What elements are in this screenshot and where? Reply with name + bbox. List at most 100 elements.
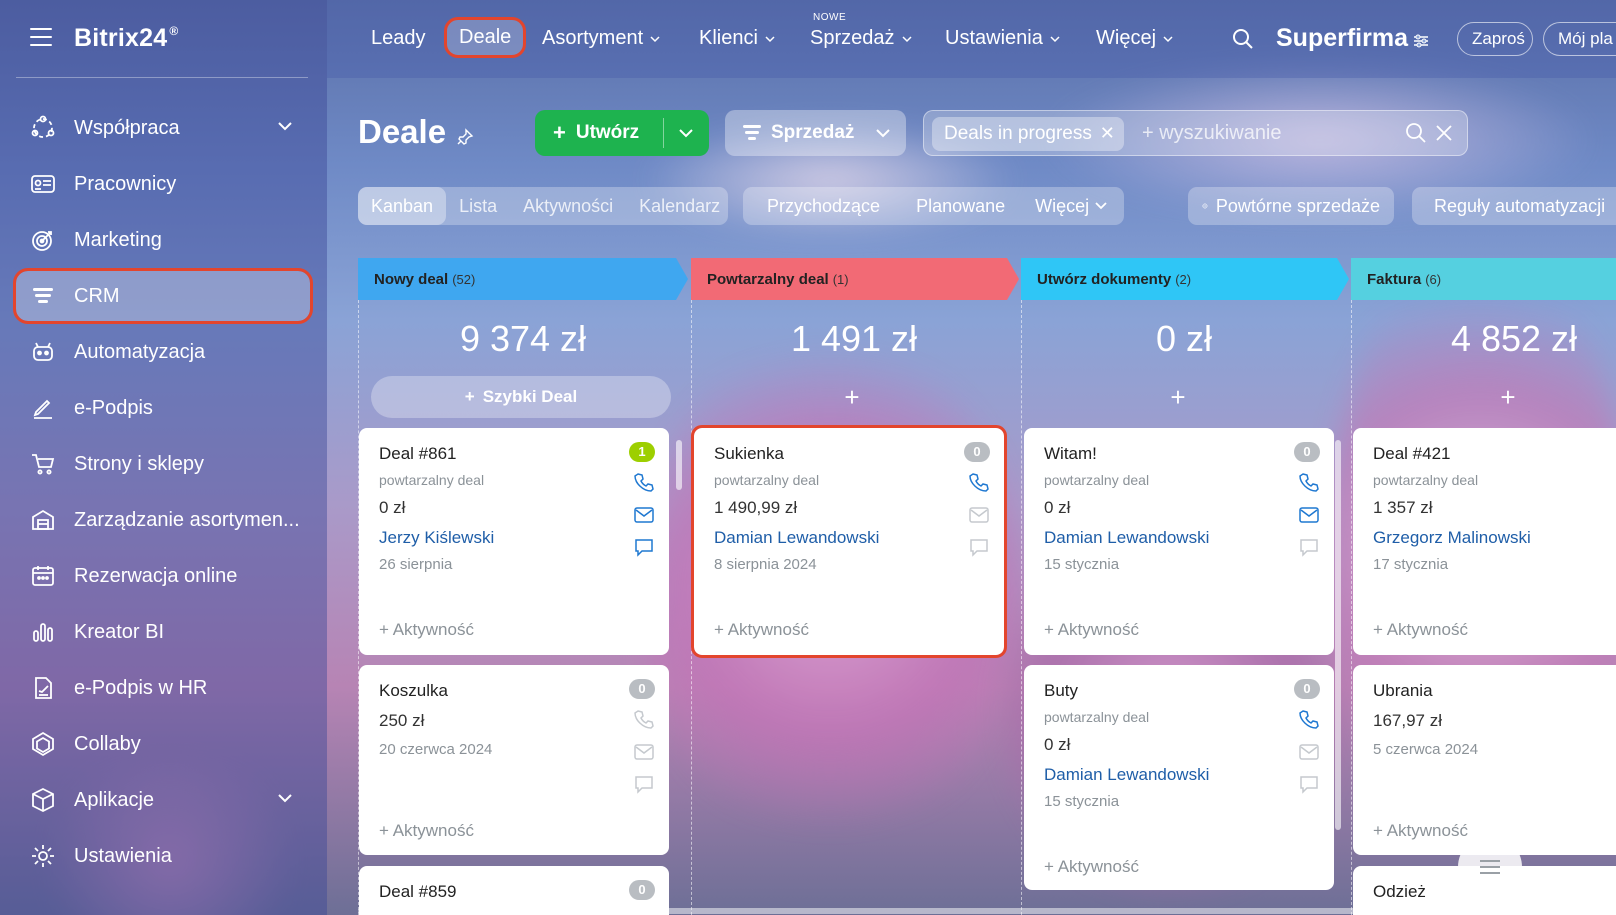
- close-icon[interactable]: ✕: [1100, 123, 1115, 144]
- brand-logo[interactable]: Bitrix24 ®: [74, 24, 178, 53]
- add-activity-link[interactable]: + Aktywność: [714, 620, 809, 640]
- deal-card[interactable]: Koszulka 0 250 zł 20 czerwca 2024 + Akty…: [359, 665, 669, 855]
- column-scrollbar[interactable]: [676, 440, 682, 490]
- tab-kanban[interactable]: Kanban: [358, 187, 447, 225]
- chevron-down-icon[interactable]: [276, 789, 294, 807]
- column-header-powtarzalny-deal[interactable]: Powtarzalny deal (1): [691, 258, 1011, 300]
- horizontal-scrollbar[interactable]: [358, 908, 1616, 914]
- column-scrollbar[interactable]: [1335, 440, 1341, 830]
- column-header-utworz-dokumenty[interactable]: Utwórz dokumenty (2): [1021, 258, 1341, 300]
- column-header-nowy-deal[interactable]: Nowy deal (52): [358, 258, 678, 300]
- deal-title[interactable]: Sukienka: [714, 444, 784, 464]
- add-deal-button[interactable]: +: [1028, 376, 1328, 418]
- chevron-down-icon[interactable]: [1093, 198, 1109, 214]
- chat-icon[interactable]: [633, 773, 655, 795]
- email-icon[interactable]: [633, 741, 655, 763]
- chevron-down-icon[interactable]: [675, 122, 697, 144]
- sidebar-item-crm[interactable]: CRM: [13, 268, 313, 324]
- chat-icon[interactable]: [633, 536, 655, 558]
- filter-wiecej[interactable]: Więcej: [1017, 187, 1093, 225]
- chevron-down-icon[interactable]: [276, 117, 294, 135]
- nav-link-asortyment[interactable]: Asortyment: [542, 27, 661, 50]
- sidebar-item-strony[interactable]: Strony i sklepy: [16, 439, 310, 489]
- sidebar-item-rezerwacja[interactable]: Rezerwacja online: [16, 551, 310, 601]
- quick-deal-button[interactable]: + Szybki Deal: [371, 376, 671, 418]
- deal-card-highlighted[interactable]: Sukienka 0 powtarzalny deal 1 490,99 zł …: [691, 425, 1007, 658]
- filter-chip[interactable]: Deals in progress ✕: [932, 117, 1124, 151]
- clear-icon[interactable]: [1433, 122, 1455, 144]
- chat-icon[interactable]: [1298, 773, 1320, 795]
- tab-lista[interactable]: Lista: [446, 187, 510, 225]
- search-input[interactable]: + wyszukiwanie: [1142, 122, 1282, 145]
- sidebar-item-wspolpraca[interactable]: Współpraca: [16, 103, 310, 153]
- sidebar-item-ustawienia[interactable]: Ustawienia: [16, 831, 310, 881]
- deal-title[interactable]: Deal #421: [1373, 444, 1451, 464]
- chat-icon[interactable]: [1298, 536, 1320, 558]
- sidebar-item-kreator-bi[interactable]: Kreator BI: [16, 607, 310, 657]
- quick-menu-button[interactable]: [1458, 835, 1522, 899]
- deal-contact[interactable]: Damian Lewandowski: [714, 528, 879, 548]
- add-activity-link[interactable]: + Aktywność: [1044, 857, 1139, 877]
- invite-button[interactable]: Zaproś: [1457, 22, 1533, 56]
- nav-link-sprzedaz[interactable]: Sprzedaż: [810, 27, 913, 50]
- add-activity-link[interactable]: + Aktywność: [1044, 620, 1139, 640]
- column-header-faktura[interactable]: Faktura (6): [1351, 258, 1616, 300]
- sidebar-item-marketing[interactable]: Marketing: [16, 215, 310, 265]
- deal-card[interactable]: Buty 0 powtarzalny deal 0 zł Damian Lewa…: [1024, 665, 1334, 890]
- search-icon[interactable]: [1232, 28, 1254, 50]
- deal-card[interactable]: Ubrania 167,97 zł 5 czerwca 2024 + Aktyw…: [1353, 665, 1616, 855]
- phone-icon[interactable]: [968, 471, 990, 493]
- filter-search-bar[interactable]: Deals in progress ✕ + wyszukiwanie: [923, 110, 1468, 156]
- phone-icon[interactable]: [633, 471, 655, 493]
- my-plan-button[interactable]: Mój pla: [1543, 22, 1616, 56]
- deal-title[interactable]: Ubrania: [1373, 681, 1433, 701]
- deal-contact[interactable]: Grzegorz Malinowski: [1373, 528, 1531, 548]
- nav-link-ustawienia[interactable]: Ustawienia: [945, 27, 1061, 50]
- nav-link-deale[interactable]: Deale: [444, 17, 527, 58]
- add-activity-link[interactable]: + Aktywność: [1373, 821, 1468, 841]
- company-name[interactable]: Superfirma: [1276, 24, 1408, 53]
- deal-title[interactable]: Deal #859: [379, 882, 457, 902]
- sidebar-item-asortyment[interactable]: Zarządzanie asortymen...: [16, 495, 310, 545]
- deal-contact[interactable]: Jerzy Kiślewski: [379, 528, 494, 548]
- sidebar-item-e-podpis[interactable]: e-Podpis: [16, 383, 310, 433]
- filter-planowane[interactable]: Planowane: [904, 187, 1017, 225]
- sidebar-item-e-podpis-hr[interactable]: e-Podpis w HR: [16, 663, 310, 713]
- create-button[interactable]: + Utwórz: [535, 110, 709, 156]
- email-icon[interactable]: [1298, 504, 1320, 526]
- add-deal-button[interactable]: +: [1358, 376, 1616, 418]
- tab-kalendarz[interactable]: Kalendarz: [626, 187, 733, 225]
- automation-rules-button[interactable]: Reguły automatyzacji: [1412, 187, 1616, 225]
- add-activity-link[interactable]: + Aktywność: [379, 620, 474, 640]
- email-icon[interactable]: [1298, 741, 1320, 763]
- deal-contact[interactable]: Damian Lewandowski: [1044, 765, 1209, 785]
- deal-contact[interactable]: Damian Lewandowski: [1044, 528, 1209, 548]
- chat-icon[interactable]: [968, 536, 990, 558]
- email-icon[interactable]: [968, 504, 990, 526]
- search-icon[interactable]: [1405, 122, 1427, 144]
- repeat-sales-button[interactable]: Powtórne sprzedaże: [1188, 187, 1394, 225]
- phone-icon[interactable]: [1298, 708, 1320, 730]
- deal-title[interactable]: Deal #861: [379, 444, 457, 464]
- sidebar-item-pracownicy[interactable]: Pracownicy: [16, 159, 310, 209]
- phone-icon[interactable]: [1298, 471, 1320, 493]
- filter-przychodzace[interactable]: Przychodzące: [743, 187, 904, 225]
- add-deal-button[interactable]: +: [702, 376, 1002, 418]
- deal-card[interactable]: Witam! 0 powtarzalny deal 0 zł Damian Le…: [1024, 428, 1334, 655]
- deal-title[interactable]: Koszulka: [379, 681, 448, 701]
- nav-link-klienci[interactable]: Klienci: [699, 27, 776, 50]
- deal-card[interactable]: Deal #861 1 powtarzalny deal 0 zł Jerzy …: [359, 428, 669, 655]
- tab-aktywnosci[interactable]: Aktywności: [510, 187, 626, 225]
- deal-title[interactable]: Odzież: [1373, 882, 1426, 902]
- deal-title[interactable]: Witam!: [1044, 444, 1097, 464]
- nav-link-wiecej[interactable]: Więcej: [1096, 27, 1174, 50]
- sidebar-item-collaby[interactable]: Collaby: [16, 719, 310, 769]
- company-settings-icon[interactable]: [1412, 32, 1430, 50]
- pipeline-selector[interactable]: Sprzedaż: [725, 110, 906, 156]
- sidebar-item-aplikacje[interactable]: Aplikacje: [16, 775, 310, 825]
- email-icon[interactable]: [633, 504, 655, 526]
- deal-title[interactable]: Buty: [1044, 681, 1078, 701]
- nav-link-leady[interactable]: Leady: [371, 27, 426, 50]
- deal-card[interactable]: Deal #421 powtarzalny deal 1 357 zł Grze…: [1353, 428, 1616, 655]
- add-activity-link[interactable]: + Aktywność: [1373, 620, 1468, 640]
